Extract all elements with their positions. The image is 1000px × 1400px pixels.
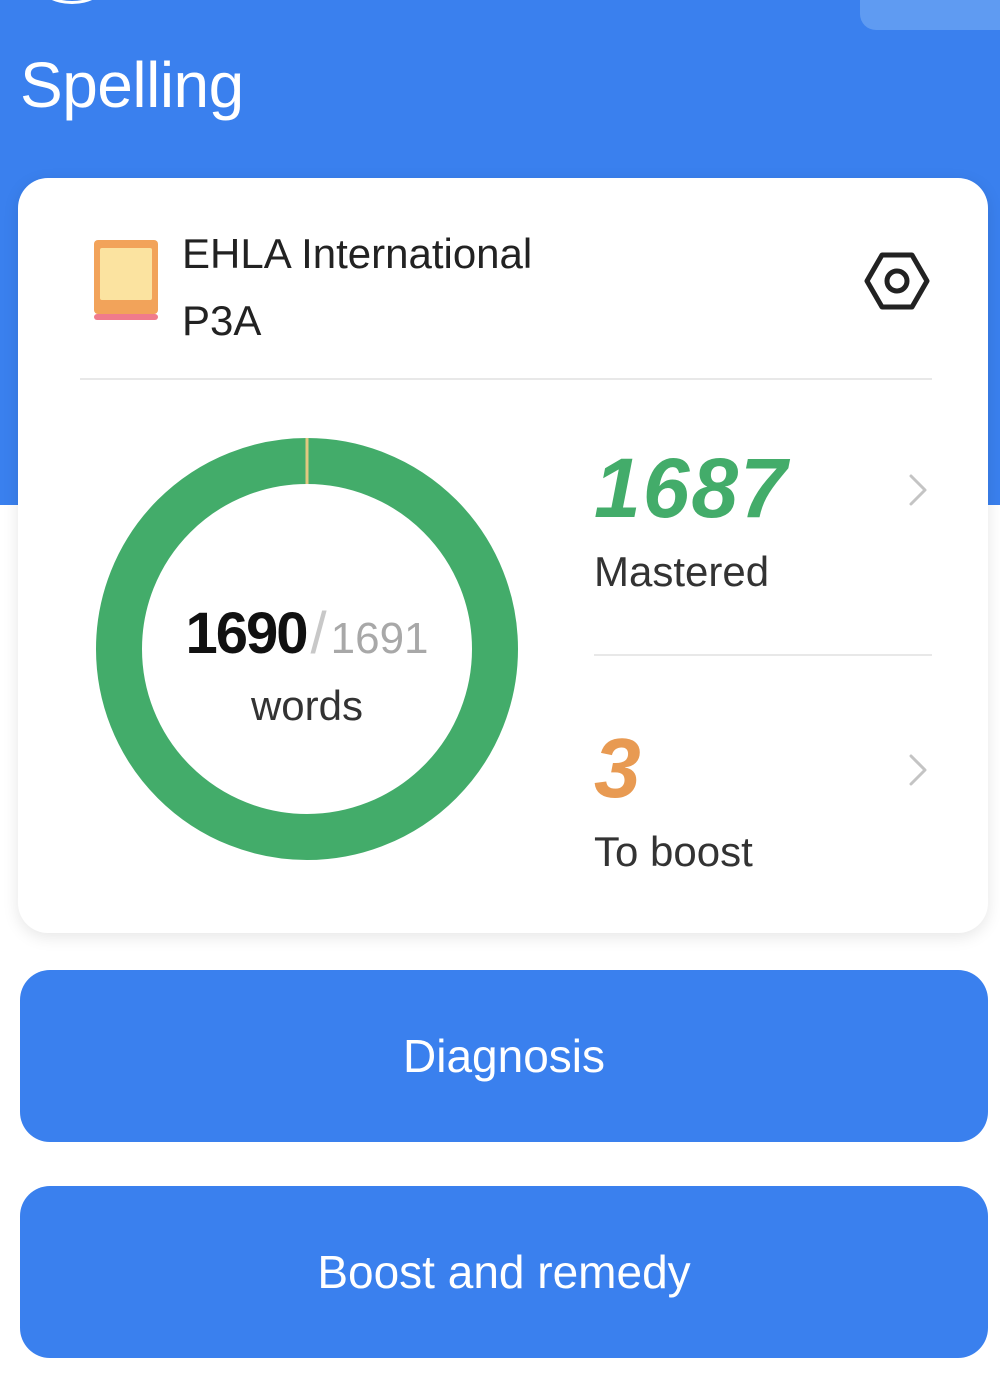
card-divider <box>80 378 932 380</box>
page-title: Spelling <box>20 49 244 121</box>
boost-and-remedy-button[interactable]: Boost and remedy <box>20 1186 988 1358</box>
mastered-row[interactable]: 1687 Mastered <box>594 440 934 640</box>
learned-count: 1690 <box>185 601 308 666</box>
course-class: P3A <box>182 297 262 345</box>
to-boost-row[interactable]: 3 To boost <box>594 720 934 920</box>
count-separator: / <box>310 601 327 666</box>
stats-divider <box>594 654 932 656</box>
settings-hexagon-icon[interactable] <box>862 246 932 316</box>
to-boost-label: To boost <box>594 828 753 875</box>
mastered-label: Mastered <box>594 548 770 595</box>
course-title: EHLA International <box>182 230 533 277</box>
total-count: 1691 <box>330 614 429 663</box>
word-unit: words <box>250 682 364 729</box>
word-count: 1690/1691 <box>94 600 520 667</box>
course-name: EHLA International P3A <box>182 220 532 354</box>
top-right-button[interactable] <box>860 0 1000 30</box>
chevron-right-icon <box>909 474 927 506</box>
to-boost-count: 3 <box>594 721 643 815</box>
book-icon <box>94 240 158 320</box>
chevron-right-icon <box>909 754 927 786</box>
mastered-count: 1687 <box>594 441 789 535</box>
diagnosis-button[interactable]: Diagnosis <box>20 970 988 1142</box>
